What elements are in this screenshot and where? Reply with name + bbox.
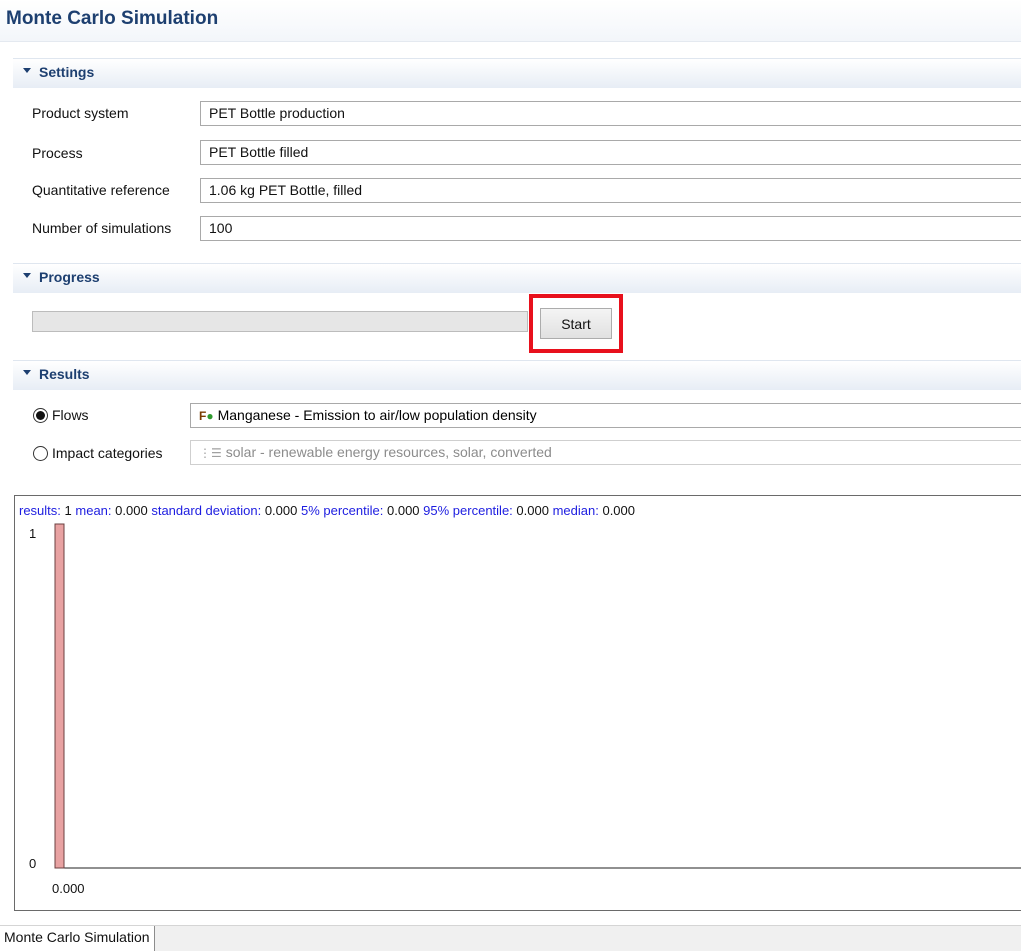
start-button[interactable]: Start	[540, 308, 612, 339]
histogram-chart: 1 0 0.000	[29, 523, 1021, 896]
standard-deviation-label: standard deviation:	[151, 503, 262, 518]
p5-label: 5% percentile:	[300, 503, 384, 518]
y-tick-label: 0	[29, 856, 36, 871]
results-section-title: Results	[39, 366, 90, 382]
median-value: 0.000	[602, 503, 636, 518]
p95-label: 95% percentile:	[423, 503, 513, 518]
impact-categories-radio-label[interactable]: Impact categories	[52, 445, 163, 461]
impact-category-select[interactable]: ⋮☰ solar - renewable energy resources, so…	[190, 440, 1021, 465]
flow-icon: F●	[199, 409, 214, 423]
number-of-simulations-label: Number of simulations	[32, 220, 172, 236]
median-label: median:	[552, 503, 599, 518]
page-header: Monte Carlo Simulation	[0, 0, 1021, 42]
collapse-arrow-icon[interactable]	[23, 68, 31, 73]
status-bar: Monte Carlo Simulation	[0, 925, 1021, 951]
settings-section-header[interactable]: Settings	[13, 58, 1021, 88]
flows-radio-label[interactable]: Flows	[52, 407, 89, 423]
quantitative-reference-label: Quantitative reference	[32, 182, 170, 198]
impact-category-icon: ⋮☰	[199, 446, 222, 460]
histogram-panel: results: 1 mean: 0.000 standard deviatio…	[14, 495, 1021, 911]
product-system-field[interactable]: PET Bottle production	[200, 101, 1021, 126]
editor-tab[interactable]: Monte Carlo Simulation	[0, 926, 155, 951]
results-section-header[interactable]: Results	[13, 360, 1021, 390]
x-tick-label: 0.000	[52, 881, 85, 896]
results-count-value: 1	[64, 503, 72, 518]
quantitative-reference-field[interactable]: 1.06 kg PET Bottle, filled	[200, 178, 1021, 203]
number-of-simulations-input[interactable]: 100	[200, 216, 1021, 241]
flow-select-value: Manganese - Emission to air/low populati…	[217, 407, 537, 423]
progress-bar	[32, 311, 528, 332]
process-label: Process	[32, 145, 83, 161]
y-tick-label: 1	[29, 526, 36, 541]
collapse-arrow-icon[interactable]	[23, 370, 31, 375]
page-title: Monte Carlo Simulation	[6, 8, 219, 29]
flow-select[interactable]: F● Manganese - Emission to air/low popula…	[190, 403, 1021, 428]
product-system-label: Product system	[32, 105, 129, 121]
p5-value: 0.000	[387, 503, 420, 518]
flows-radio[interactable]	[33, 408, 48, 423]
statistics-line: results: 1 mean: 0.000 standard deviatio…	[19, 503, 635, 518]
settings-section-title: Settings	[39, 64, 95, 80]
results-count-label: results:	[19, 503, 61, 518]
impact-categories-radio[interactable]	[33, 446, 48, 461]
mean-label: mean:	[75, 503, 112, 518]
impact-category-select-value: solar - renewable energy resources, sola…	[225, 444, 552, 460]
p95-value: 0.000	[516, 503, 549, 518]
standard-deviation-value: 0.000	[264, 503, 298, 518]
progress-section-header[interactable]: Progress	[13, 263, 1021, 293]
histogram-bar	[54, 523, 65, 869]
mean-value: 0.000	[115, 503, 148, 518]
progress-section-title: Progress	[39, 269, 100, 285]
process-field[interactable]: PET Bottle filled	[200, 140, 1021, 165]
collapse-arrow-icon[interactable]	[23, 273, 31, 278]
